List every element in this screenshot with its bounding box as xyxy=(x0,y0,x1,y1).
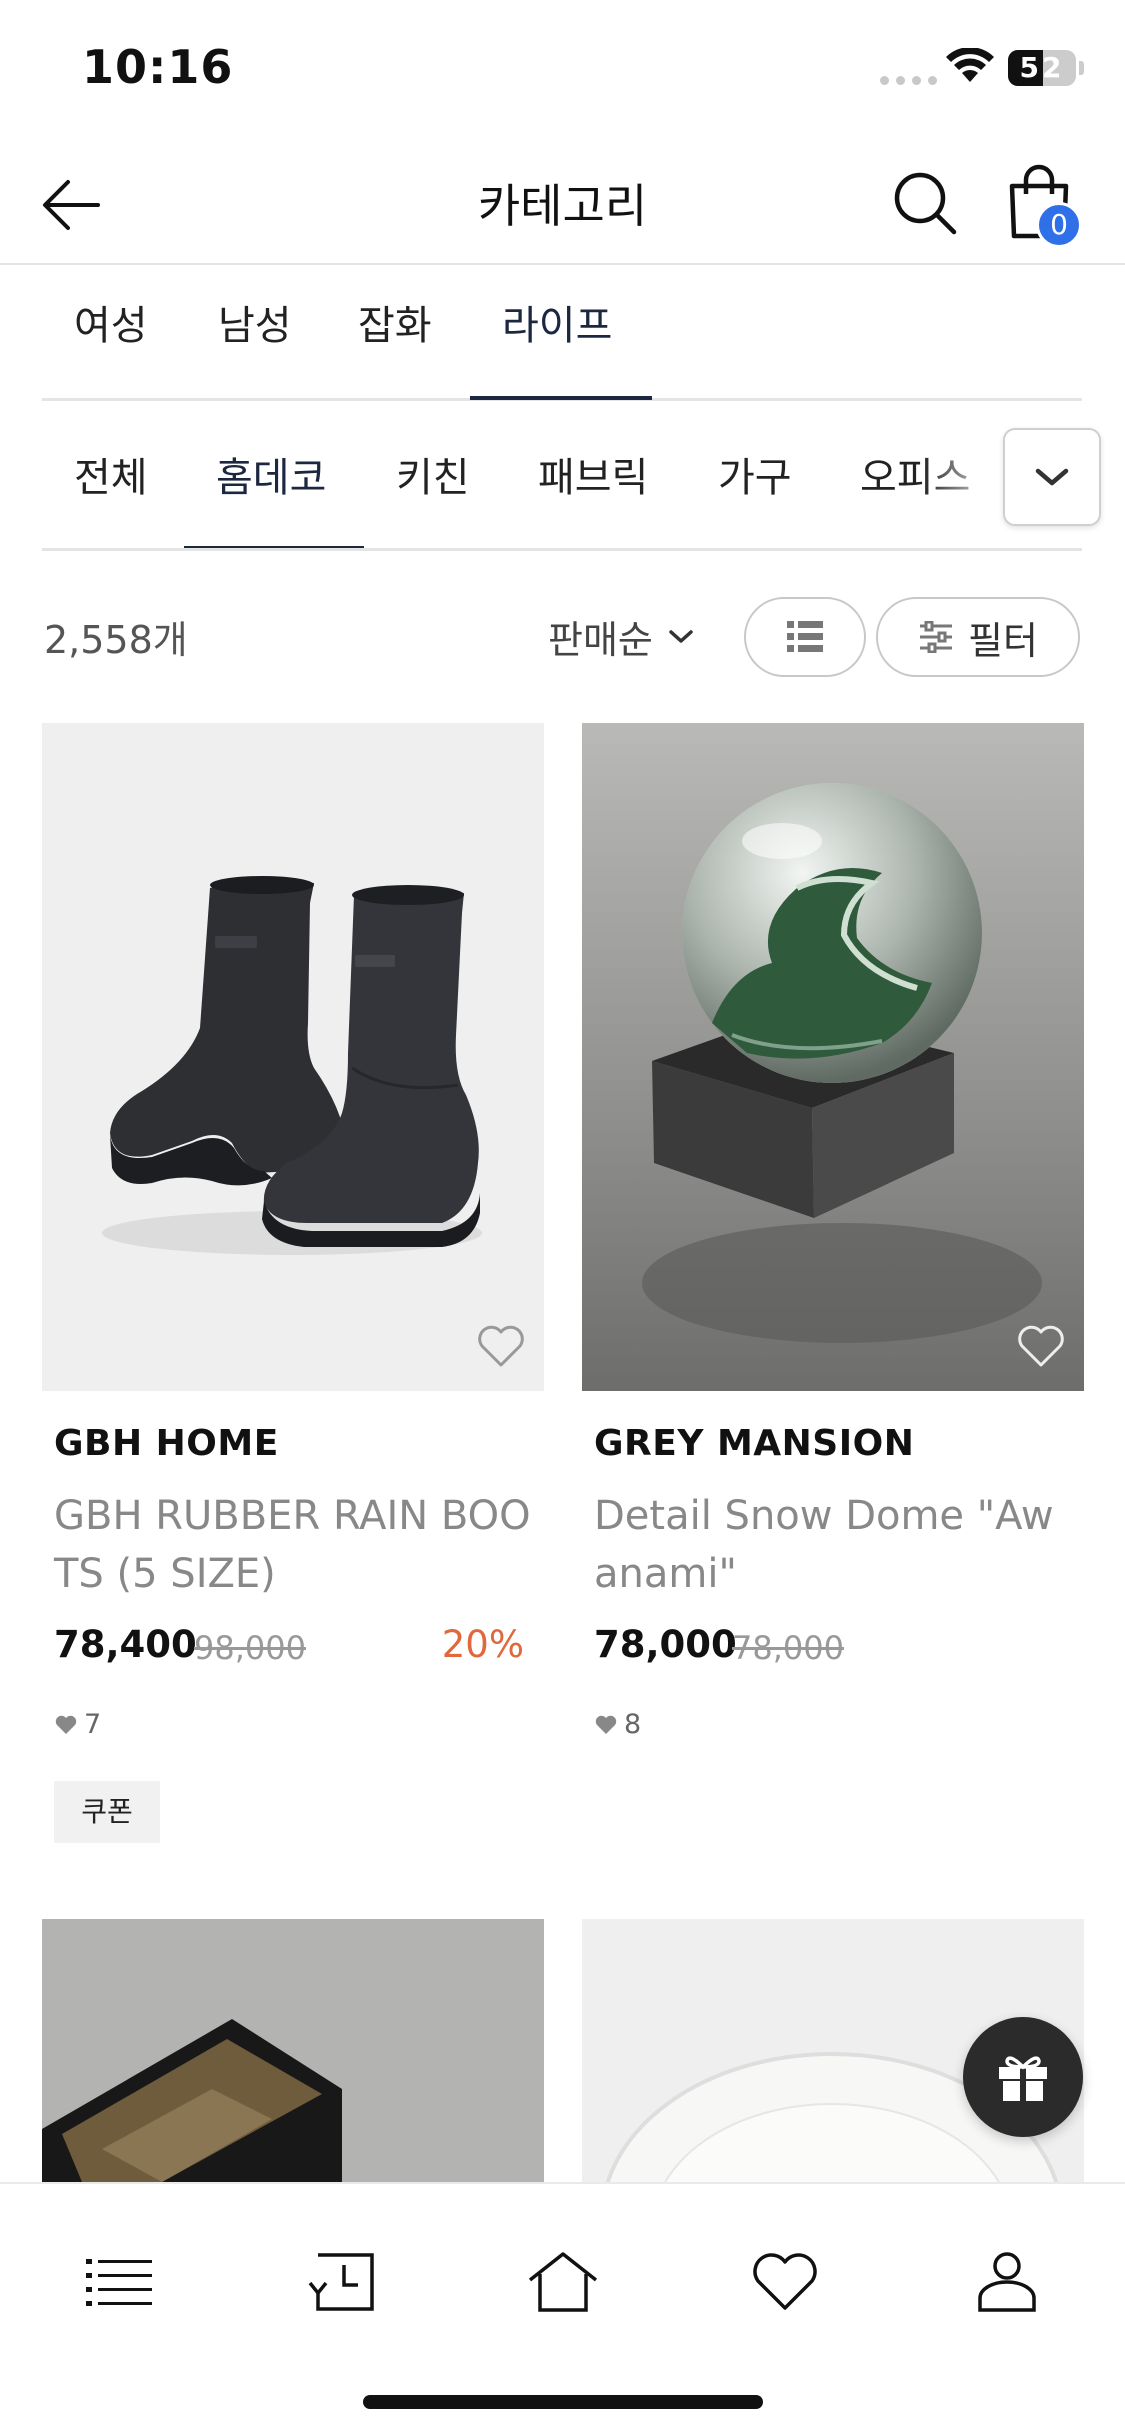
product-likes: 8 xyxy=(594,1709,641,1740)
product-original-price: 78,000 xyxy=(732,1629,844,1667)
heart-outline-icon[interactable] xyxy=(476,1323,526,1369)
search-icon[interactable] xyxy=(890,168,960,238)
sort-dropdown[interactable]: 판매순 xyxy=(548,609,695,664)
heart-filled-icon xyxy=(55,1715,77,1734)
product-brand: GBH HOME xyxy=(54,1423,279,1464)
view-toggle-button[interactable] xyxy=(744,597,866,677)
home-indicator xyxy=(363,2395,763,2409)
nav-mypage-button[interactable] xyxy=(962,2236,1052,2326)
cell-signal-icon xyxy=(880,76,937,85)
heart-filled-icon xyxy=(595,1715,617,1734)
chevron-down-icon xyxy=(1035,468,1069,486)
list-view-icon xyxy=(787,621,823,652)
app-header: 카테고리 xyxy=(0,140,1125,265)
heart-outline-icon[interactable] xyxy=(1016,1323,1066,1369)
subtab-kitchen[interactable]: 키친 xyxy=(396,445,470,503)
tab-women[interactable]: 여성 xyxy=(74,293,148,351)
user-icon xyxy=(978,2252,1036,2312)
chevron-down-icon xyxy=(669,629,693,643)
active-subtab-indicator xyxy=(184,546,364,548)
battery-cap xyxy=(1079,61,1084,75)
tab-accessories[interactable]: 잡화 xyxy=(358,293,432,351)
likes-count: 8 xyxy=(624,1709,642,1740)
nav-wishlist-button[interactable] xyxy=(740,2236,830,2326)
wifi-icon xyxy=(946,48,994,82)
product-name[interactable]: GBH RUBBER RAIN BOOTS (5 SIZE) xyxy=(54,1487,534,1603)
tab-life[interactable]: 라이프 xyxy=(502,293,612,351)
coupon-badge: 쿠폰 xyxy=(54,1781,160,1843)
product-price: 78,000 xyxy=(594,1623,737,1666)
product-image-rain-boots[interactable] xyxy=(42,723,544,1391)
nav-menu-button[interactable] xyxy=(74,2236,164,2326)
sliders-icon xyxy=(920,621,953,653)
home-icon xyxy=(528,2252,598,2312)
product-original-price: 98,000 xyxy=(194,1629,306,1667)
product-discount: 20% xyxy=(441,1623,524,1666)
recent-icon xyxy=(308,2253,374,2311)
heart-icon xyxy=(753,2253,817,2310)
subtab-home-deco[interactable]: 홈데코 xyxy=(216,445,326,503)
menu-icon xyxy=(86,2259,152,2306)
nav-home-button[interactable] xyxy=(518,2236,608,2326)
filter-label: 필터 xyxy=(968,618,1038,663)
likes-count: 7 xyxy=(84,1709,102,1740)
nav-recent-button[interactable] xyxy=(296,2236,386,2326)
subtab-furniture[interactable]: 가구 xyxy=(718,445,792,503)
product-price: 78,400 xyxy=(54,1623,197,1666)
product-brand: GREY MANSION xyxy=(594,1423,915,1464)
main-category-tabs: 여성 남성 잡화 라이프 xyxy=(42,265,1082,401)
status-time: 10:16 xyxy=(82,40,234,94)
gift-icon xyxy=(999,2056,1047,2101)
product-likes: 7 xyxy=(54,1709,101,1740)
product-image-snow-globe[interactable] xyxy=(582,723,1084,1391)
sort-label: 판매순 xyxy=(548,618,653,662)
product-image-partial[interactable] xyxy=(42,1919,544,2182)
product-count: 2,558개 xyxy=(44,618,188,662)
list-toolbar: 2,558개 판매순 필터 xyxy=(0,551,1125,721)
battery-icon: 52 xyxy=(1008,50,1076,86)
status-bar: 10:16 52 xyxy=(0,0,1125,140)
sub-category-tabs: 전체 홈데코 키친 패브릭 가구 오피스 xyxy=(42,401,1082,551)
filter-button[interactable]: 필터 xyxy=(876,597,1080,677)
subtab-all[interactable]: 전체 xyxy=(74,445,148,503)
subtab-fabric[interactable]: 패브릭 xyxy=(538,445,648,503)
tab-men[interactable]: 남성 xyxy=(218,293,292,351)
gift-fab-button[interactable] xyxy=(963,2017,1083,2137)
battery-level: 52 xyxy=(1019,51,1065,84)
active-tab-indicator xyxy=(470,396,652,400)
product-name[interactable]: Detail Snow Dome "Awanami" xyxy=(594,1487,1074,1603)
cart-count-badge: 0 xyxy=(1036,202,1082,248)
expand-categories-button[interactable] xyxy=(1003,428,1101,526)
